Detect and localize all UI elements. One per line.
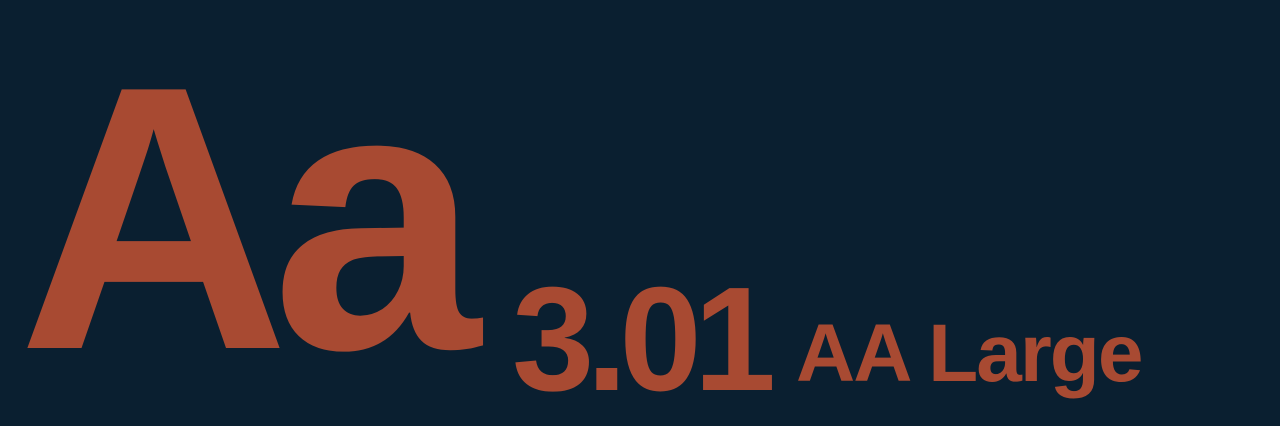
contrast-swatch: Aa 3.01 AA Large: [0, 0, 1280, 426]
sample-text: Aa: [18, 8, 481, 426]
contrast-ratio: 3.01: [512, 257, 776, 422]
wcag-rating: AA Large: [796, 308, 1143, 399]
